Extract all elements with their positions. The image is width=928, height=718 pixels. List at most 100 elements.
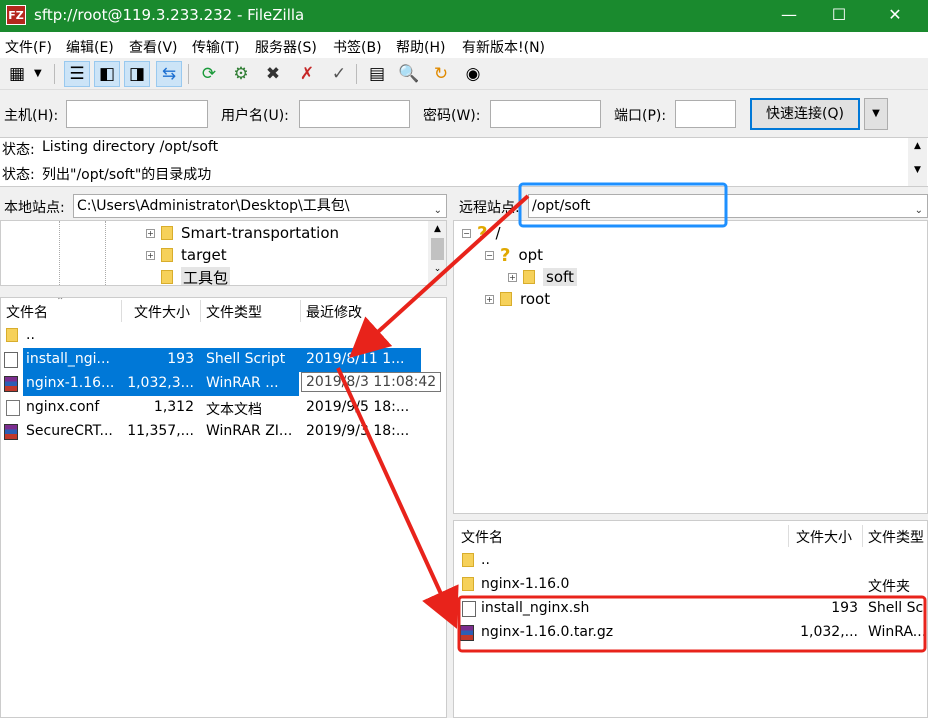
site-manager-dropdown-icon[interactable]: ▼ — [34, 68, 42, 79]
directory-listing-filter-icon[interactable]: ▤ — [364, 61, 390, 87]
file-name: nginx-1.16.0.tar.gz — [481, 624, 614, 640]
synchronized-browsing-icon[interactable]: ↻ — [428, 61, 454, 87]
quick-connect-dropdown-icon[interactable]: ▼ — [864, 98, 888, 130]
column-filesize[interactable]: 文件大小 — [796, 527, 852, 547]
file-row[interactable]: SecureCRT... 11,357,... WinRAR ZI... 201… — [1, 420, 446, 444]
tree-item-label: soft — [543, 268, 577, 286]
shell-script-icon — [462, 601, 476, 617]
remote-column-headers: 文件名 ⌃ 文件大小 文件类型 — [454, 521, 927, 549]
menu-transfer[interactable]: 传输(T) — [192, 37, 239, 57]
quick-connect-button[interactable]: 快速连接(Q) — [750, 98, 860, 130]
local-tree-scrollbar[interactable]: ▲ ⌄ — [428, 221, 446, 285]
chevron-down-icon[interactable]: ⌄ — [434, 200, 442, 217]
port-label: 端口(P): — [614, 108, 667, 124]
column-modified[interactable]: 最近修改 — [306, 302, 362, 322]
file-row[interactable]: nginx-1.16.0 文件夹 — [454, 573, 927, 597]
local-path-combobox[interactable]: C:\Users\Administrator\Desktop\工具包\ ⌄ — [73, 194, 447, 218]
menu-bar: 文件(F) 编辑(E) 查看(V) 传输(T) 服务器(S) 书签(B) 帮助(… — [0, 32, 928, 58]
log-label: 状态: — [2, 142, 35, 158]
reconnect-icon[interactable]: ✓ — [326, 61, 352, 87]
expand-icon[interactable]: + — [146, 250, 155, 260]
username-input[interactable] — [299, 100, 410, 128]
maximize-button[interactable]: ☐ — [816, 0, 862, 32]
menu-file[interactable]: 文件(F) — [5, 37, 52, 57]
folder-icon — [161, 270, 173, 284]
menu-bookmarks[interactable]: 书签(B) — [333, 37, 382, 57]
expand-icon[interactable]: + — [508, 272, 517, 282]
message-log: 状态: Listing directory /opt/soft 状态: 列出"/… — [0, 137, 928, 187]
file-type: Shell Script — [206, 351, 286, 367]
tree-item[interactable]: − ? / — [462, 222, 501, 244]
text-document-icon — [6, 400, 20, 416]
menu-help[interactable]: 帮助(H) — [396, 37, 445, 57]
search-files-icon[interactable]: ◉ — [460, 61, 486, 87]
toggle-log-icon[interactable]: ☰ — [64, 61, 90, 87]
folder-icon — [161, 226, 173, 240]
column-filename[interactable]: 文件名 — [461, 527, 503, 547]
menu-server[interactable]: 服务器(S) — [255, 37, 317, 57]
file-name: install_nginx.sh — [481, 600, 590, 616]
password-input[interactable] — [490, 100, 601, 128]
local-tree-panel: + Smart-transportation + target 工具包 ▲ ⌄ — [0, 220, 447, 286]
file-name: .. — [26, 327, 35, 343]
scroll-thumb[interactable] — [431, 238, 444, 260]
expand-icon[interactable]: + — [146, 228, 155, 238]
file-row[interactable]: .. — [454, 549, 927, 573]
local-file-list: 文件名 ⌃ 文件大小 文件类型 最近修改 .. install_ngi... 1… — [0, 297, 447, 718]
close-button[interactable]: ✕ — [872, 0, 918, 32]
question-icon: ? — [477, 222, 488, 244]
question-icon: ? — [500, 244, 511, 266]
scroll-down-icon[interactable]: ▼ — [908, 165, 927, 175]
log-scrollbar[interactable]: ▲ ▼ — [908, 138, 927, 186]
window-title: sftp://root@119.3.233.232 - FileZilla — [34, 6, 305, 24]
file-row[interactable]: nginx.conf 1,312 文本文档 2019/9/5 18:... — [1, 396, 446, 420]
tree-item-label: root — [520, 290, 551, 308]
tree-item[interactable]: − ? opt — [485, 244, 543, 266]
folder-icon — [6, 327, 18, 343]
toggle-local-tree-icon[interactable]: ◧ — [94, 61, 120, 87]
file-row-selected[interactable]: install_ngi... 193 Shell Script 2019/8/1… — [1, 348, 421, 372]
remote-file-list: 文件名 ⌃ 文件大小 文件类型 .. nginx-1.16.0 文件夹 inst… — [453, 520, 928, 718]
toggle-remote-tree-icon[interactable]: ◨ — [124, 61, 150, 87]
column-filename[interactable]: 文件名 — [6, 302, 48, 322]
remote-path-combobox[interactable]: /opt/soft ⌄ — [528, 194, 928, 218]
port-input[interactable] — [675, 100, 736, 128]
tree-item[interactable]: + Smart-transportation — [146, 222, 339, 244]
refresh-icon[interactable]: ⟳ — [196, 61, 222, 87]
file-row[interactable]: install_nginx.sh 193 Shell Sc — [454, 597, 927, 621]
file-row[interactable]: nginx-1.16.0.tar.gz 1,032,... WinRA... — [454, 621, 927, 645]
host-input[interactable] — [66, 100, 208, 128]
expand-icon[interactable]: + — [485, 294, 494, 304]
file-modified: 2019/8/11 1... — [306, 351, 405, 367]
cancel-operation-icon[interactable]: ✖ — [260, 61, 286, 87]
tree-item-selected[interactable]: 工具包 — [161, 266, 231, 286]
disconnect-icon[interactable]: ✗ — [294, 61, 320, 87]
scroll-up-icon[interactable]: ▲ — [428, 224, 446, 234]
menu-view[interactable]: 查看(V) — [129, 37, 178, 57]
scroll-up-icon[interactable]: ▲ — [908, 141, 927, 151]
column-filesize[interactable]: 文件大小 — [134, 302, 190, 322]
tree-item-selected[interactable]: + soft — [508, 266, 577, 288]
column-filetype[interactable]: 文件类型 — [206, 302, 262, 322]
tree-item[interactable]: + target — [146, 244, 227, 266]
column-filetype[interactable]: 文件类型 — [868, 527, 924, 547]
scroll-down-icon[interactable]: ⌄ — [428, 264, 446, 274]
directory-comparison-icon[interactable]: 🔍 — [396, 61, 422, 87]
toggle-queue-icon[interactable]: ⇆ — [156, 61, 182, 87]
collapse-icon[interactable]: − — [462, 228, 471, 238]
site-manager-icon[interactable]: ▦ — [4, 61, 30, 87]
menu-new-version[interactable]: 有新版本!(N) — [462, 37, 545, 57]
file-row-selected[interactable]: nginx-1.16... 1,032,3... WinRAR ... 2019… — [1, 372, 446, 396]
remote-path-value: /opt/soft — [532, 198, 591, 214]
tree-item-label: 工具包 — [181, 266, 231, 286]
tree-item[interactable]: + root — [485, 288, 550, 310]
file-row[interactable]: .. — [1, 324, 446, 348]
tree-item-label: Smart-transportation — [181, 224, 340, 242]
menu-edit[interactable]: 编辑(E) — [66, 37, 114, 57]
process-queue-icon[interactable]: ⚙ — [228, 61, 254, 87]
chevron-down-icon[interactable]: ⌄ — [915, 200, 923, 217]
collapse-icon[interactable]: − — [485, 250, 494, 260]
minimize-button[interactable]: — — [766, 0, 812, 32]
toolbar-separator — [54, 64, 55, 84]
file-size: 1,032,3... — [127, 375, 194, 391]
